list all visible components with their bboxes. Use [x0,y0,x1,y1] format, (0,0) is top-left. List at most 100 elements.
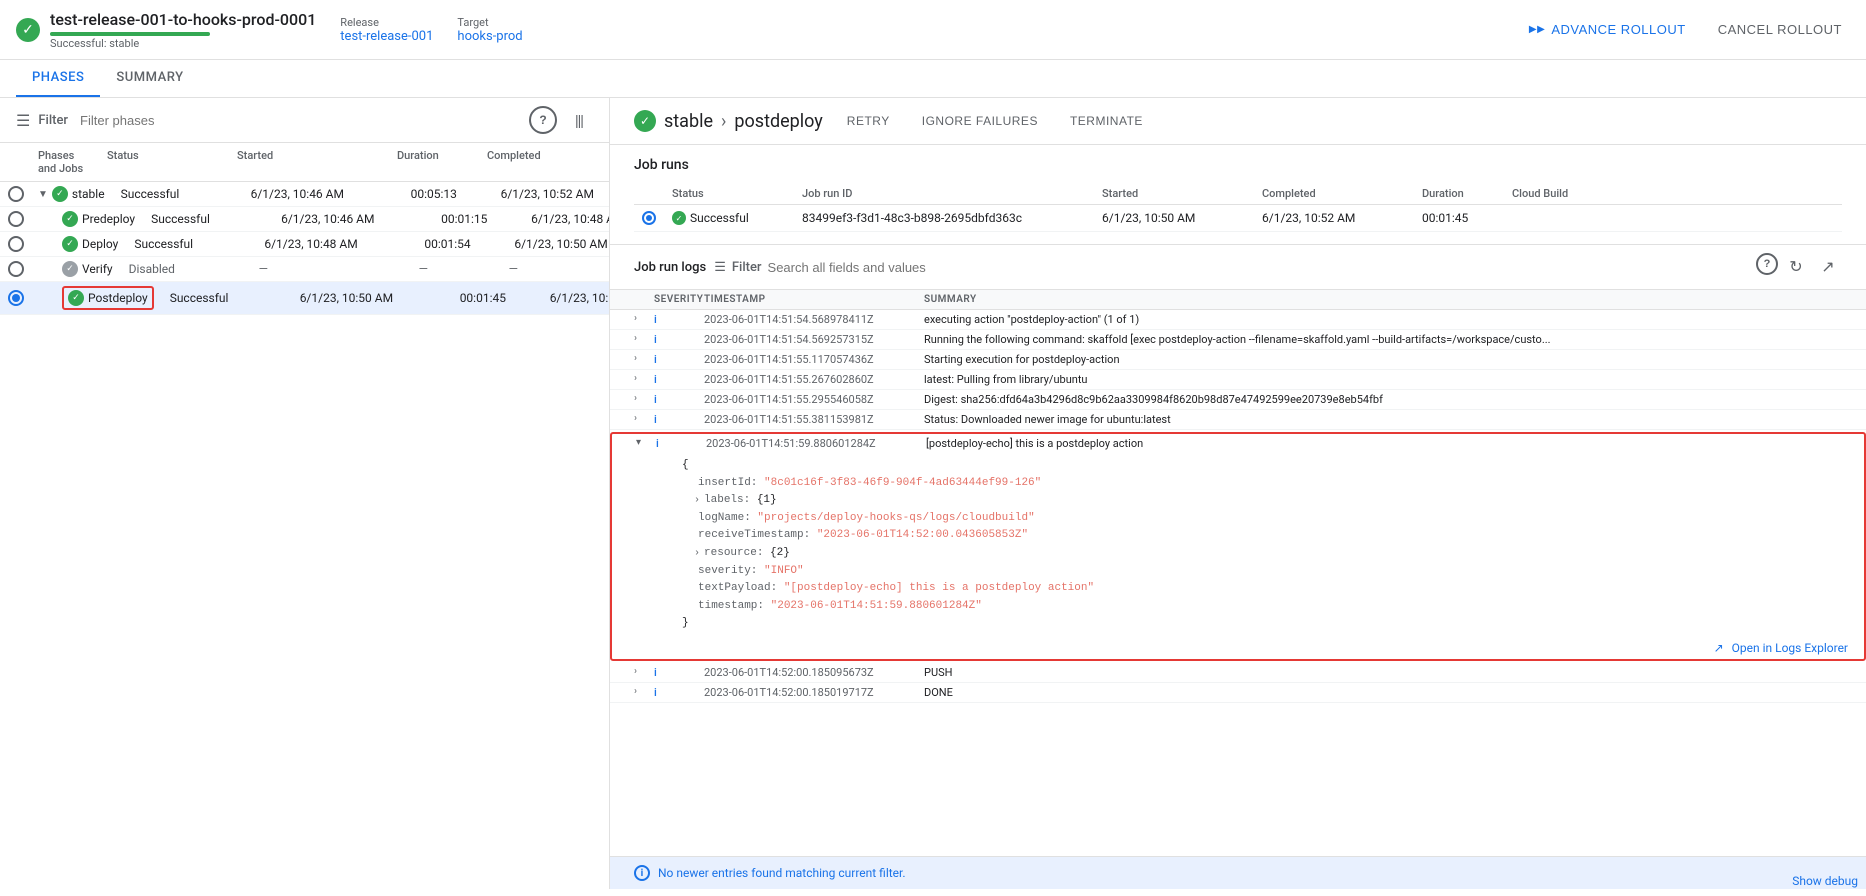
retry-button[interactable]: RETRY [839,110,898,132]
td-status: Successful [126,237,256,251]
log-severity: i [654,353,704,366]
log-row[interactable]: › i 2023-06-01T14:51:54.568978411Z execu… [610,310,1866,330]
expand-icon[interactable]: › [634,686,654,697]
td-completed: 6/1/23, 10:50 AM [506,237,609,251]
expand-icon[interactable]: ▾ [636,437,656,448]
log-row[interactable]: › i 2023-06-01T14:51:55.295546058Z Diges… [610,390,1866,410]
expand-icon[interactable]: › [634,373,654,384]
info-icon: i [634,865,650,881]
logs-table-header: SEVERITY TIMESTAMP SUMMARY [610,290,1866,310]
expand-icon[interactable]: › [634,353,654,364]
logs-refresh-button[interactable]: ↻ [1782,253,1810,281]
td-duration: 00:01:54 [416,237,506,251]
expand-icon[interactable]: › [634,333,654,344]
cancel-rollout-button[interactable]: CANCEL ROLLOUT [1710,16,1850,43]
tab-summary[interactable]: SUMMARY [100,60,199,97]
log-timestamp: 2023-06-01T14:51:59.880601284Z [706,437,926,450]
logs-external-link-button[interactable]: ↗ [1814,253,1842,281]
filter-icon: ☰ [16,111,30,130]
phase-check-icon: ✓ [62,236,78,252]
show-debug-link[interactable]: Show debug [1792,874,1858,888]
advance-rollout-button[interactable]: ▶▶ ADVANCE ROLLOUT [1521,16,1694,43]
target-meta: Target hooks-prod [457,16,522,44]
terminate-button[interactable]: TERMINATE [1062,110,1151,132]
labels-expand-icon[interactable]: › [694,493,700,509]
log-summary: Digest: sha256:dfd64a3b4296d8c9b62aa3309… [924,393,1842,406]
tabs-bar: PHASES SUMMARY [0,60,1866,98]
filter-label: Filter [38,113,68,128]
jth-cloudbuild: Cloud Build [1504,187,1842,200]
jth-status: Status [664,187,794,200]
play-icon: ▶▶ [1529,24,1545,35]
td-radio [0,186,30,202]
logs-search-input[interactable] [768,260,1748,275]
lth-timestamp: TIMESTAMP [704,294,924,305]
table-row[interactable]: ✓ Deploy Successful 6/1/23, 10:48 AM 00:… [0,232,609,257]
logs-title: Job run logs [634,260,706,275]
td-duration: 00:01:15 [433,212,523,226]
log-row[interactable]: › i 2023-06-01T14:52:00.185019717Z DONE [610,683,1866,703]
filter-icon-logs: ☰ [714,260,726,275]
log-row[interactable]: › i 2023-06-01T14:52:00.185095673Z PUSH [610,663,1866,683]
jr-duration: 00:01:45 [1414,211,1504,225]
log-summary: [postdeploy-echo] this is a postdeploy a… [926,437,1840,450]
phase-title: ✓ stable › postdeploy [634,110,823,132]
log-row[interactable]: › i 2023-06-01T14:51:55.267602860Z lates… [610,370,1866,390]
log-row[interactable]: › i 2023-06-01T14:51:54.569257315Z Runni… [610,330,1866,350]
log-row-highlighted[interactable]: ▾ i 2023-06-01T14:51:59.880601284Z [post… [610,432,1866,661]
log-severity: i [654,333,704,346]
log-timestamp: 2023-06-01T14:51:55.267602860Z [704,373,924,386]
log-timestamp: 2023-06-01T14:52:00.185019717Z [704,686,924,699]
title-group: ✓ test-release-001-to-hooks-prod-0001 Su… [16,10,316,50]
log-summary: executing action "postdeploy-action" (1 … [924,313,1842,326]
columns-icon-button[interactable]: ||| [565,106,593,134]
log-severity: i [656,437,706,450]
jr-id: 83499ef3-f3d1-48c3-b898-2695dbfd363c [794,211,1094,225]
job-name-label: postdeploy [734,111,822,132]
td-status: Successful [143,212,273,226]
log-timestamp: 2023-06-01T14:52:00.185095673Z [704,666,924,679]
job-run-row[interactable]: ✓ Successful 83499ef3-f3d1-48c3-b898-269… [634,205,1842,232]
expand-icon[interactable]: › [634,313,654,324]
td-radio [0,236,30,252]
log-severity: i [654,313,704,326]
expand-icon[interactable]: › [634,666,654,677]
td-name: ▼ ✓ stable [30,186,113,202]
log-severity: i [654,373,704,386]
tab-phases[interactable]: PHASES [16,60,100,97]
logs-actions: ? ↻ ↗ [1756,253,1842,281]
release-name: test-release-001-to-hooks-prod-0001 [50,10,316,29]
th-select [0,149,30,175]
job-runs-table-header: Status Job run ID Started Completed Dura… [634,183,1842,205]
release-link[interactable]: test-release-001 [340,29,433,44]
arrow-icon: › [721,111,726,132]
expand-icon[interactable]: › [634,393,654,404]
table-row[interactable]: ✓ Verify Disabled — — — [0,257,609,282]
log-summary: DONE [924,686,1842,699]
jth-duration: Duration [1414,187,1504,200]
log-row[interactable]: › i 2023-06-01T14:51:55.117057436Z Start… [610,350,1866,370]
td-duration: 00:05:13 [403,187,493,201]
title-stack: test-release-001-to-hooks-prod-0001 Succ… [50,10,316,50]
expand-icon[interactable]: › [634,413,654,424]
td-radio [0,211,30,227]
open-logs-link[interactable]: ↗ Open in Logs Explorer [612,637,1864,659]
td-status: Successful [113,187,243,201]
th-status: Status [99,149,229,175]
td-started: 6/1/23, 10:46 AM [273,212,433,226]
ignore-failures-button[interactable]: IGNORE FAILURES [914,110,1046,132]
phase-check-icon: ✓ [68,290,84,306]
log-severity: i [654,393,704,406]
filter-input[interactable] [80,113,521,128]
logs-help-button[interactable]: ? [1756,253,1778,275]
resource-expand-icon[interactable]: › [694,546,700,562]
right-panel: ✓ stable › postdeploy RETRY IGNORE FAILU… [610,98,1866,889]
phase-check-large-icon: ✓ [634,110,656,132]
table-row[interactable]: ▼ ✓ stable Successful 6/1/23, 10:46 AM 0… [0,182,609,207]
table-row[interactable]: ✓ Postdeploy Successful 6/1/23, 10:50 AM… [0,282,609,315]
target-link[interactable]: hooks-prod [457,29,522,44]
help-icon-button[interactable]: ? [529,106,557,134]
phases-table-header: Phases and Jobs Status Started Duration … [0,143,609,182]
table-row[interactable]: ✓ Predeploy Successful 6/1/23, 10:46 AM … [0,207,609,232]
log-row[interactable]: › i 2023-06-01T14:51:55.381153981Z Statu… [610,410,1866,430]
